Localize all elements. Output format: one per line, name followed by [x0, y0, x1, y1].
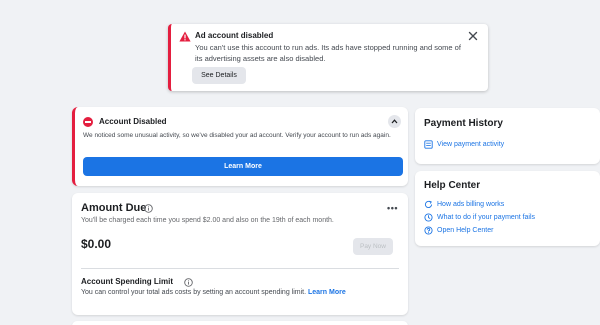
see-details-button[interactable]: See Details	[192, 67, 246, 84]
amount-due-title: Amount Due	[81, 202, 147, 214]
help-link-label: What to do if your payment fails	[437, 214, 536, 221]
payment-history-title: Payment History	[424, 118, 503, 129]
help-center-card: Help Center How ads billing works What t…	[415, 171, 600, 246]
spending-limit-learn-more-link[interactable]: Learn More	[308, 289, 346, 296]
spending-limit-description: You can control your total ads costs by …	[81, 289, 307, 296]
help-link-label: How ads billing works	[437, 201, 505, 208]
warning-icon	[179, 31, 191, 42]
help-link-billing[interactable]: How ads billing works	[424, 200, 504, 209]
alert-title: Ad account disabled	[195, 31, 274, 40]
collapse-button[interactable]	[388, 115, 401, 128]
refresh-icon	[424, 200, 433, 208]
close-icon[interactable]	[467, 30, 479, 42]
clock-icon	[424, 213, 433, 222]
no-entry-icon	[83, 117, 93, 127]
help-link-open-help-center[interactable]: Open Help Center	[424, 226, 493, 235]
question-icon	[424, 226, 433, 235]
amount-due-value: $0.00	[81, 237, 112, 251]
payment-history-card: Payment History View payment activity	[415, 108, 600, 164]
spending-limit-title: Account Spending Limit	[81, 277, 173, 286]
spending-limit-text: You can control your total ads costs by …	[81, 289, 346, 296]
alert-message: You can't use this account to run ads. I…	[195, 43, 461, 63]
account-disabled-title: Account Disabled	[99, 117, 167, 126]
pay-now-button: Pay Now	[353, 238, 393, 255]
chevron-up-icon	[391, 119, 398, 124]
help-center-title: Help Center	[424, 180, 481, 191]
billing-threshold-text: You'll be charged each time you spend $2…	[81, 217, 334, 224]
amount-due-card: Amount Due ••• You'll be charged each ti…	[72, 193, 408, 315]
view-payment-activity-link[interactable]: View payment activity	[424, 140, 504, 149]
more-options-icon[interactable]: •••	[387, 203, 398, 213]
next-card	[72, 321, 408, 325]
info-icon[interactable]	[184, 278, 193, 287]
view-payment-activity-label: View payment activity	[437, 141, 505, 148]
info-icon[interactable]	[144, 204, 153, 213]
ad-account-disabled-alert: Ad account disabled You can't use this a…	[168, 24, 488, 91]
account-disabled-message: We noticed some unusual activity, so we'…	[83, 132, 391, 139]
help-link-payment-fails[interactable]: What to do if your payment fails	[424, 213, 535, 222]
account-disabled-card: Account Disabled We noticed some unusual…	[72, 107, 408, 186]
help-link-label: Open Help Center	[437, 227, 494, 234]
learn-more-button[interactable]: Learn More	[83, 157, 403, 176]
divider	[81, 268, 399, 269]
receipt-icon	[424, 140, 433, 149]
